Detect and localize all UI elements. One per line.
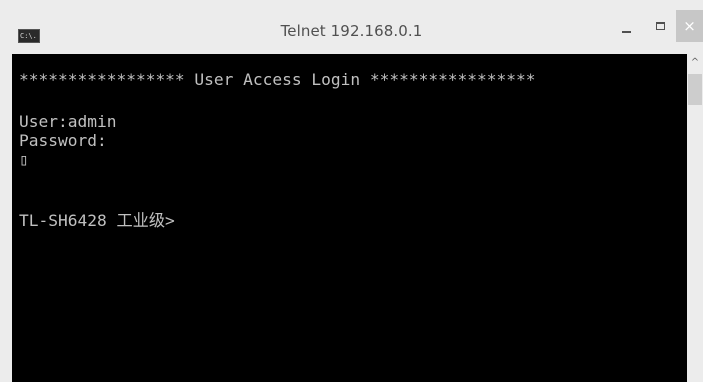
window-title: Telnet 192.168.0.1 [280,22,423,40]
minimize-icon [622,31,631,33]
scroll-up-arrow-icon[interactable]: ^ [687,54,703,72]
title-bar[interactable]: C:\. Telnet 192.168.0.1 × [0,10,703,54]
user-line: User:admin [19,112,117,131]
close-button[interactable]: × [676,10,703,42]
command-prompt: TL-SH6428 工业级> [19,211,175,230]
telnet-window: C:\. Telnet 192.168.0.1 × **************… [0,0,703,382]
minimize-button[interactable] [610,10,644,42]
password-line: Password: [19,131,107,150]
close-icon: × [683,17,696,35]
vertical-scrollbar[interactable]: ^ [687,54,703,382]
console-output[interactable]: ***************** User Access Login ****… [12,54,687,382]
input-cursor: ▯ [19,150,29,169]
maximize-icon [656,22,665,30]
maximize-button[interactable] [645,10,679,42]
login-banner: ***************** User Access Login ****… [19,70,536,89]
scroll-thumb[interactable] [688,74,702,105]
